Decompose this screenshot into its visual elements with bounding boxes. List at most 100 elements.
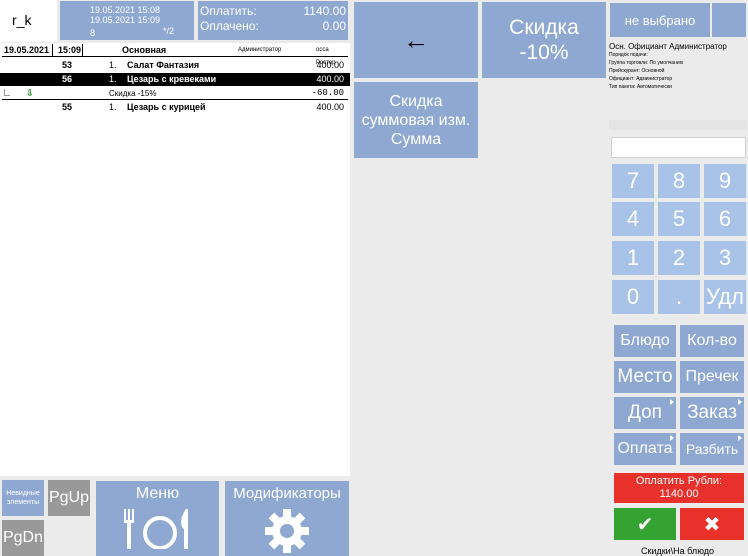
hidden-items-button[interactable]: Невидные элементы: [2, 480, 44, 516]
numpad-key-2[interactable]: 2: [658, 241, 700, 275]
numpad-key-8[interactable]: 8: [658, 164, 700, 198]
cutlery-icon: [124, 509, 188, 549]
payment-label: Оплата: [617, 440, 673, 457]
split-label: Разбить: [685, 441, 739, 457]
order-row[interactable]: 55 1. Цезарь с курицей 400.00: [2, 101, 348, 114]
dish-qty: 1.: [109, 60, 117, 70]
discount-row[interactable]: ⇩ Скидка -15% -60.00: [2, 87, 348, 100]
status-text: Скидки\На блюдо: [641, 546, 714, 556]
precheck-button[interactable]: Пречек: [680, 361, 744, 393]
payment-button[interactable]: Оплата: [614, 433, 676, 465]
place-label: Место: [617, 366, 673, 387]
guest-count: */2: [162, 26, 174, 36]
cancel-button[interactable]: ✖: [680, 508, 744, 540]
price-list-line: Прейскурант: Основной: [609, 68, 665, 74]
numpad-key-5[interactable]: 5: [658, 202, 700, 236]
discount-arrow-icon: ⇩: [26, 88, 34, 98]
discount-sum-button[interactable]: Скидка суммовая изм. Сумма: [354, 82, 478, 158]
logo-box: r_k: [0, 0, 57, 42]
order-info-panel: Осн. Официант Администратор Порядок пода…: [609, 42, 747, 102]
dish-name: Салат Фантазия: [127, 60, 200, 70]
order-label: Заказ: [687, 402, 737, 423]
checkmark-icon: ✔: [636, 513, 654, 536]
tree-branch-icon: [4, 89, 10, 96]
serve-order-line: Порядок подачи:: [609, 52, 648, 58]
add-label: Доп: [628, 402, 662, 423]
back-button[interactable]: ←: [354, 2, 478, 78]
numpad-delete-button[interactable]: Удл: [704, 280, 746, 314]
page-up-button[interactable]: PgUp: [48, 480, 90, 516]
discount-10-button[interactable]: Скидка -10%: [482, 2, 606, 78]
pay-rubles-label: Оплатить Рубли:: [635, 475, 723, 487]
discount-price: -60.00: [311, 88, 344, 98]
discount-sum-line1: Скидка: [389, 92, 443, 110]
dish-qty: 1.: [109, 74, 117, 84]
to-pay-label: Оплатить:: [200, 4, 257, 18]
order-waiter: Администратор: [238, 47, 282, 53]
numpad-key-label: 9: [718, 168, 732, 193]
info-strip: [609, 120, 747, 130]
dish-price: 400.00: [316, 60, 344, 70]
confirm-button[interactable]: ✔: [614, 508, 676, 540]
numpad-key-4[interactable]: 4: [612, 202, 654, 236]
numpad-key-7[interactable]: 7: [612, 164, 654, 198]
numpad-key-label: 8: [672, 168, 686, 193]
totals-panel: Оплатить: 1140.00 Оплачено: 0.00: [198, 1, 348, 40]
dish-code: 55: [62, 102, 73, 112]
officiant-line: Официант: Администратор: [609, 76, 673, 82]
page-up-label: PgUp: [48, 489, 90, 506]
discount-sum-line3: Сумма: [390, 130, 442, 148]
numpad-input[interactable]: [611, 137, 746, 158]
modifiers-button[interactable]: Модификаторы: [225, 481, 349, 556]
paid-value: 0.00: [322, 19, 346, 33]
table-number: 8: [90, 28, 96, 38]
logo-text: r_k: [12, 12, 32, 28]
arrow-left-icon: ←: [403, 24, 429, 55]
extra-button[interactable]: [712, 3, 746, 37]
opened-time: 19.05.2021 15:08: [90, 5, 161, 15]
dish-code: 53: [62, 60, 73, 70]
dish-button[interactable]: Блюдо: [614, 325, 676, 357]
place-button[interactable]: Место: [614, 361, 676, 393]
numpad-key-label: 1: [626, 245, 640, 270]
page-down-label: PgDn: [2, 529, 44, 546]
numpad-key-label: 0: [626, 284, 640, 309]
order-row[interactable]: 53 1. Салат Фантазия 400.00: [2, 59, 348, 72]
order-time-panel: 19.05.2021 15:08 19.05.2021 15:09 8 */2: [60, 1, 194, 40]
pay-rubles-amount: 1140.00: [659, 488, 699, 500]
add-button[interactable]: Доп: [614, 397, 676, 429]
numpad-key-9[interactable]: 9: [704, 164, 746, 198]
numpad-key-label: Удл: [706, 284, 744, 309]
not-selected-label: не выбрано: [624, 12, 696, 28]
order-button[interactable]: Заказ: [680, 397, 744, 429]
modifiers-label: Модификаторы: [233, 485, 341, 502]
close-icon: ✖: [703, 513, 721, 536]
numpad-key-3[interactable]: 3: [704, 241, 746, 275]
hidden-items-label: Невидные элементы: [6, 490, 40, 506]
numpad-key-1[interactable]: 1: [612, 241, 654, 275]
quantity-label: Кол-во: [687, 332, 737, 349]
numpad-key-label: 3: [718, 245, 732, 270]
pay-rubles-button[interactable]: Оплатить Рубли: 1140.00: [614, 473, 744, 503]
not-selected-button[interactable]: не выбрано: [610, 3, 710, 37]
header-divider-1: [52, 44, 53, 57]
numpad-key-0[interactable]: 0: [612, 280, 654, 314]
dish-price: 400.00: [316, 74, 344, 84]
split-button[interactable]: Разбить: [680, 433, 744, 465]
menu-label: Меню: [135, 485, 180, 502]
paid-label: Оплачено:: [200, 19, 259, 33]
numpad-key-6[interactable]: 6: [704, 202, 746, 236]
numpad-key-label: .: [675, 284, 683, 309]
numpad-key-label: 7: [626, 168, 640, 193]
menu-button[interactable]: Меню: [96, 481, 219, 556]
numpad-key-dot[interactable]: .: [658, 280, 700, 314]
numpad-key-label: 5: [672, 206, 686, 231]
order-list-header: 19.05.2021 15:09 Основная Администратор …: [2, 44, 348, 66]
page-down-button[interactable]: PgDn: [2, 520, 44, 556]
numpad-key-label: 4: [626, 206, 640, 231]
header-divider-2: [82, 44, 83, 57]
quantity-button[interactable]: Кол-во: [680, 325, 744, 357]
dish-name: Цезарь с курицей: [127, 102, 206, 112]
order-row-selected[interactable]: 56 1. Цезарь с кревеками 400.00: [0, 73, 350, 86]
current-time: 19.05.2021 15:09: [90, 15, 161, 25]
